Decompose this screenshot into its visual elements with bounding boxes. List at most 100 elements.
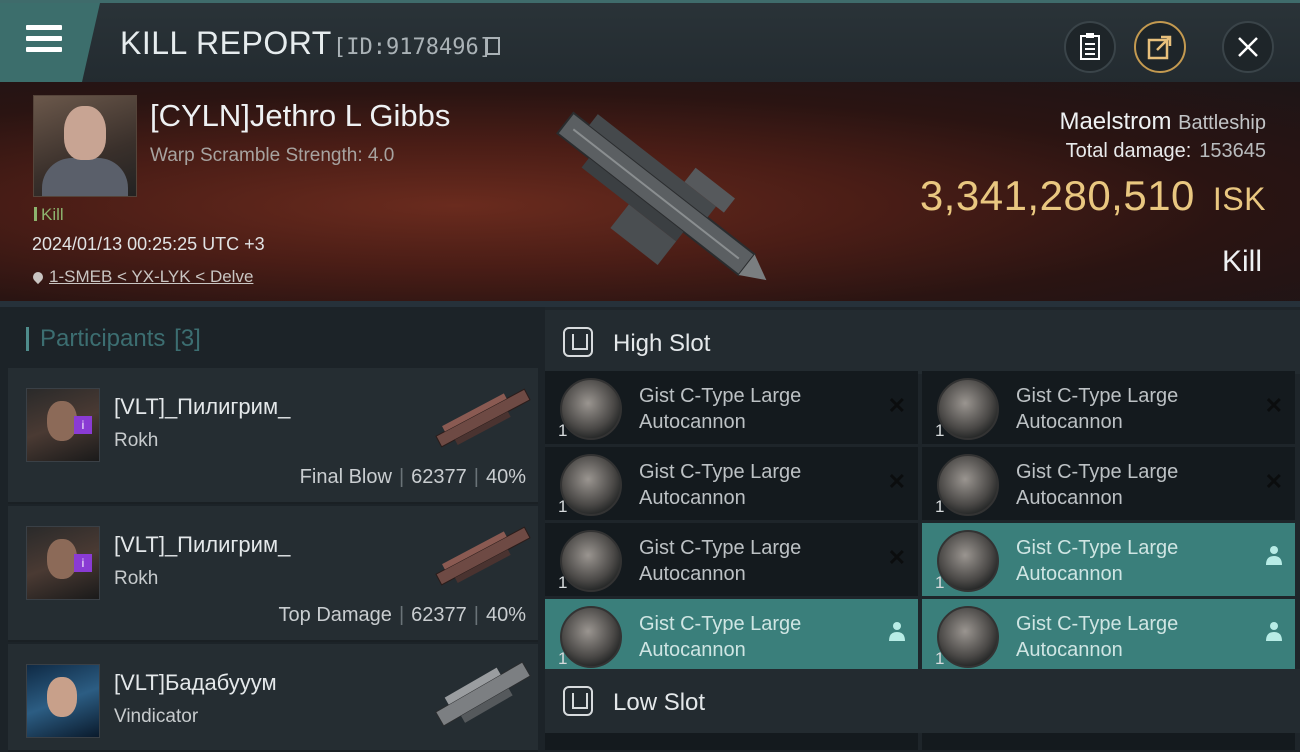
location-pin-icon [30,269,46,285]
module-quantity: 1 [558,497,568,516]
isk-currency: ISK [1212,181,1266,217]
victim-name[interactable]: [CYLN]Jethro L Gibbs [150,98,450,134]
module-name: Gist C-Type Large Autocannon [1016,613,1179,661]
info-badge-icon: i [74,554,92,572]
info-badge-icon: i [74,416,92,434]
participant-stats: Final Blow | 62377 | 40% [299,466,526,488]
module-slot[interactable] [545,733,918,750]
participant-name: [VLT]_Пилигрим_ [114,394,291,419]
module-quantity: 1 [558,649,568,668]
slot-icon [563,327,593,357]
high-slot-title: High Slot [613,330,711,357]
module-icon [937,454,999,516]
total-damage: Total damage: 153645 [1066,140,1266,163]
module-name: Gist C-Type Large Autocannon [639,537,802,585]
header-bar: KILL REPORT [ID:9178496] [0,0,1300,82]
participant-ship-image [435,526,531,586]
module-icon [560,606,622,668]
ship-name: Maelstrom [1059,108,1172,135]
kill-datetime: 2024/01/13 00:25:25 UTC +3 [32,234,265,254]
participants-panel: Participants [3] i [VLT]_Пилигрим_ Rokh … [0,307,540,752]
person-icon [1265,545,1283,571]
participants-label: Participants [40,325,166,352]
module-slot[interactable]: 1 Gist C-Type Large Autocannon ✕ [545,523,918,596]
module-slot[interactable]: 1 Gist C-Type Large Autocannon ✕ [922,447,1295,520]
participant-damage: 62377 [411,604,467,626]
clipboard-button[interactable] [1064,21,1116,73]
participant-row[interactable]: i [VLT]_Пилигрим_ Rokh Final Blow | 62377 |… [8,368,538,504]
isk-amount: 3,341,280,510 [919,172,1195,219]
x-icon: ✕ [887,393,906,418]
participant-ship: Rokh [114,430,159,451]
participant-ship: Vindicator [114,706,199,727]
module-slot[interactable]: 1 Gist C-Type Large Autocannon ✕ [922,371,1295,444]
module-icon [937,378,999,440]
participant-role: Top Damage [278,604,392,626]
participant-role: Final Blow [299,466,392,488]
module-slot[interactable]: 1 Gist C-Type Large Autocannon [922,523,1295,596]
module-icon [937,530,999,592]
participant-ship: Rokh [114,568,159,589]
share-button[interactable] [1134,21,1186,73]
x-icon: ✕ [1264,469,1283,494]
module-slot[interactable]: 1 Gist C-Type Large Autocannon ✕ [545,371,918,444]
total-damage-value: 153645 [1199,140,1266,162]
menu-button[interactable] [0,3,100,82]
low-slot-title: Low Slot [613,689,706,716]
person-icon [888,621,906,647]
module-quantity: 1 [935,497,945,516]
module-quantity: 1 [558,573,568,592]
module-slot[interactable]: 1 Gist C-Type Large Autocannon [545,599,918,672]
module-quantity: 1 [935,421,945,440]
participant-damage: 62377 [411,466,467,488]
participant-ship-image [435,388,531,448]
module-name: Gist C-Type Large Autocannon [639,461,802,509]
module-slot[interactable]: 1 Gist C-Type Large Autocannon ✕ [545,447,918,520]
participant-name: [VLT]Бадабууум [114,670,277,695]
x-icon: ✕ [1264,393,1283,418]
module-quantity: 1 [935,573,945,592]
close-button[interactable] [1222,21,1274,73]
total-damage-label: Total damage: [1065,140,1192,162]
isk-value: 3,341,280,510 ISK [920,172,1266,220]
module-quantity: 1 [935,649,945,668]
kill-location[interactable]: 1-SMEB < YX-LYK < Delve [30,267,253,287]
victim-ship-type: Maelstrom Battleship [1059,108,1266,136]
clipboard-icon [1080,33,1100,60]
ship-class: Battleship [1178,112,1266,134]
warp-scramble-strength: Warp Scramble Strength: 4.0 [150,145,395,166]
avatar[interactable] [26,664,100,738]
high-slot-header: High Slot [545,310,1300,374]
kill-result: Kill [1221,245,1262,278]
module-slot[interactable] [922,733,1295,750]
module-quantity: 1 [558,421,568,440]
participant-stats: Top Damage | 62377 | 40% [278,604,526,626]
participant-name: [VLT]_Пилигрим_ [114,532,291,557]
module-icon [560,530,622,592]
participant-row[interactable]: [VLT]Бадабууум Vindicator [8,644,538,752]
module-icon [937,606,999,668]
module-name: Gist C-Type Large Autocannon [639,613,802,661]
participant-row[interactable]: i [VLT]_Пилигрим_ Rokh Top Damage | 62377 |… [8,506,538,642]
participant-percent: 40% [485,604,526,626]
participant-percent: 40% [485,466,526,488]
victim-portrait[interactable] [33,95,137,197]
kill-id: [ID:9178496] [333,35,492,60]
participant-ship-image [435,661,531,727]
module-name: Gist C-Type Large Autocannon [1016,461,1179,509]
participants-count: [3] [174,325,201,352]
x-icon: ✕ [887,469,906,494]
location-link[interactable]: 1-SMEB < YX-LYK < Delve [49,267,253,286]
module-name: Gist C-Type Large Autocannon [1016,537,1179,585]
low-slot-header: Low Slot [545,669,1300,733]
victim-banner: [CYLN]Jethro L Gibbs Warp Scramble Stren… [0,82,1300,307]
person-icon [1265,621,1283,647]
hamburger-icon[interactable] [26,25,62,55]
module-icon [560,378,622,440]
module-slot[interactable]: 1 Gist C-Type Large Autocannon [922,599,1295,672]
page-title: KILL REPORT [120,25,332,61]
copy-icon[interactable] [486,37,500,55]
kill-tag: Kill [34,205,64,225]
fittings-panel: High Slot 1 Gist C-Type Large Autocannon … [545,307,1300,750]
module-name: Gist C-Type Large Autocannon [1016,385,1179,433]
